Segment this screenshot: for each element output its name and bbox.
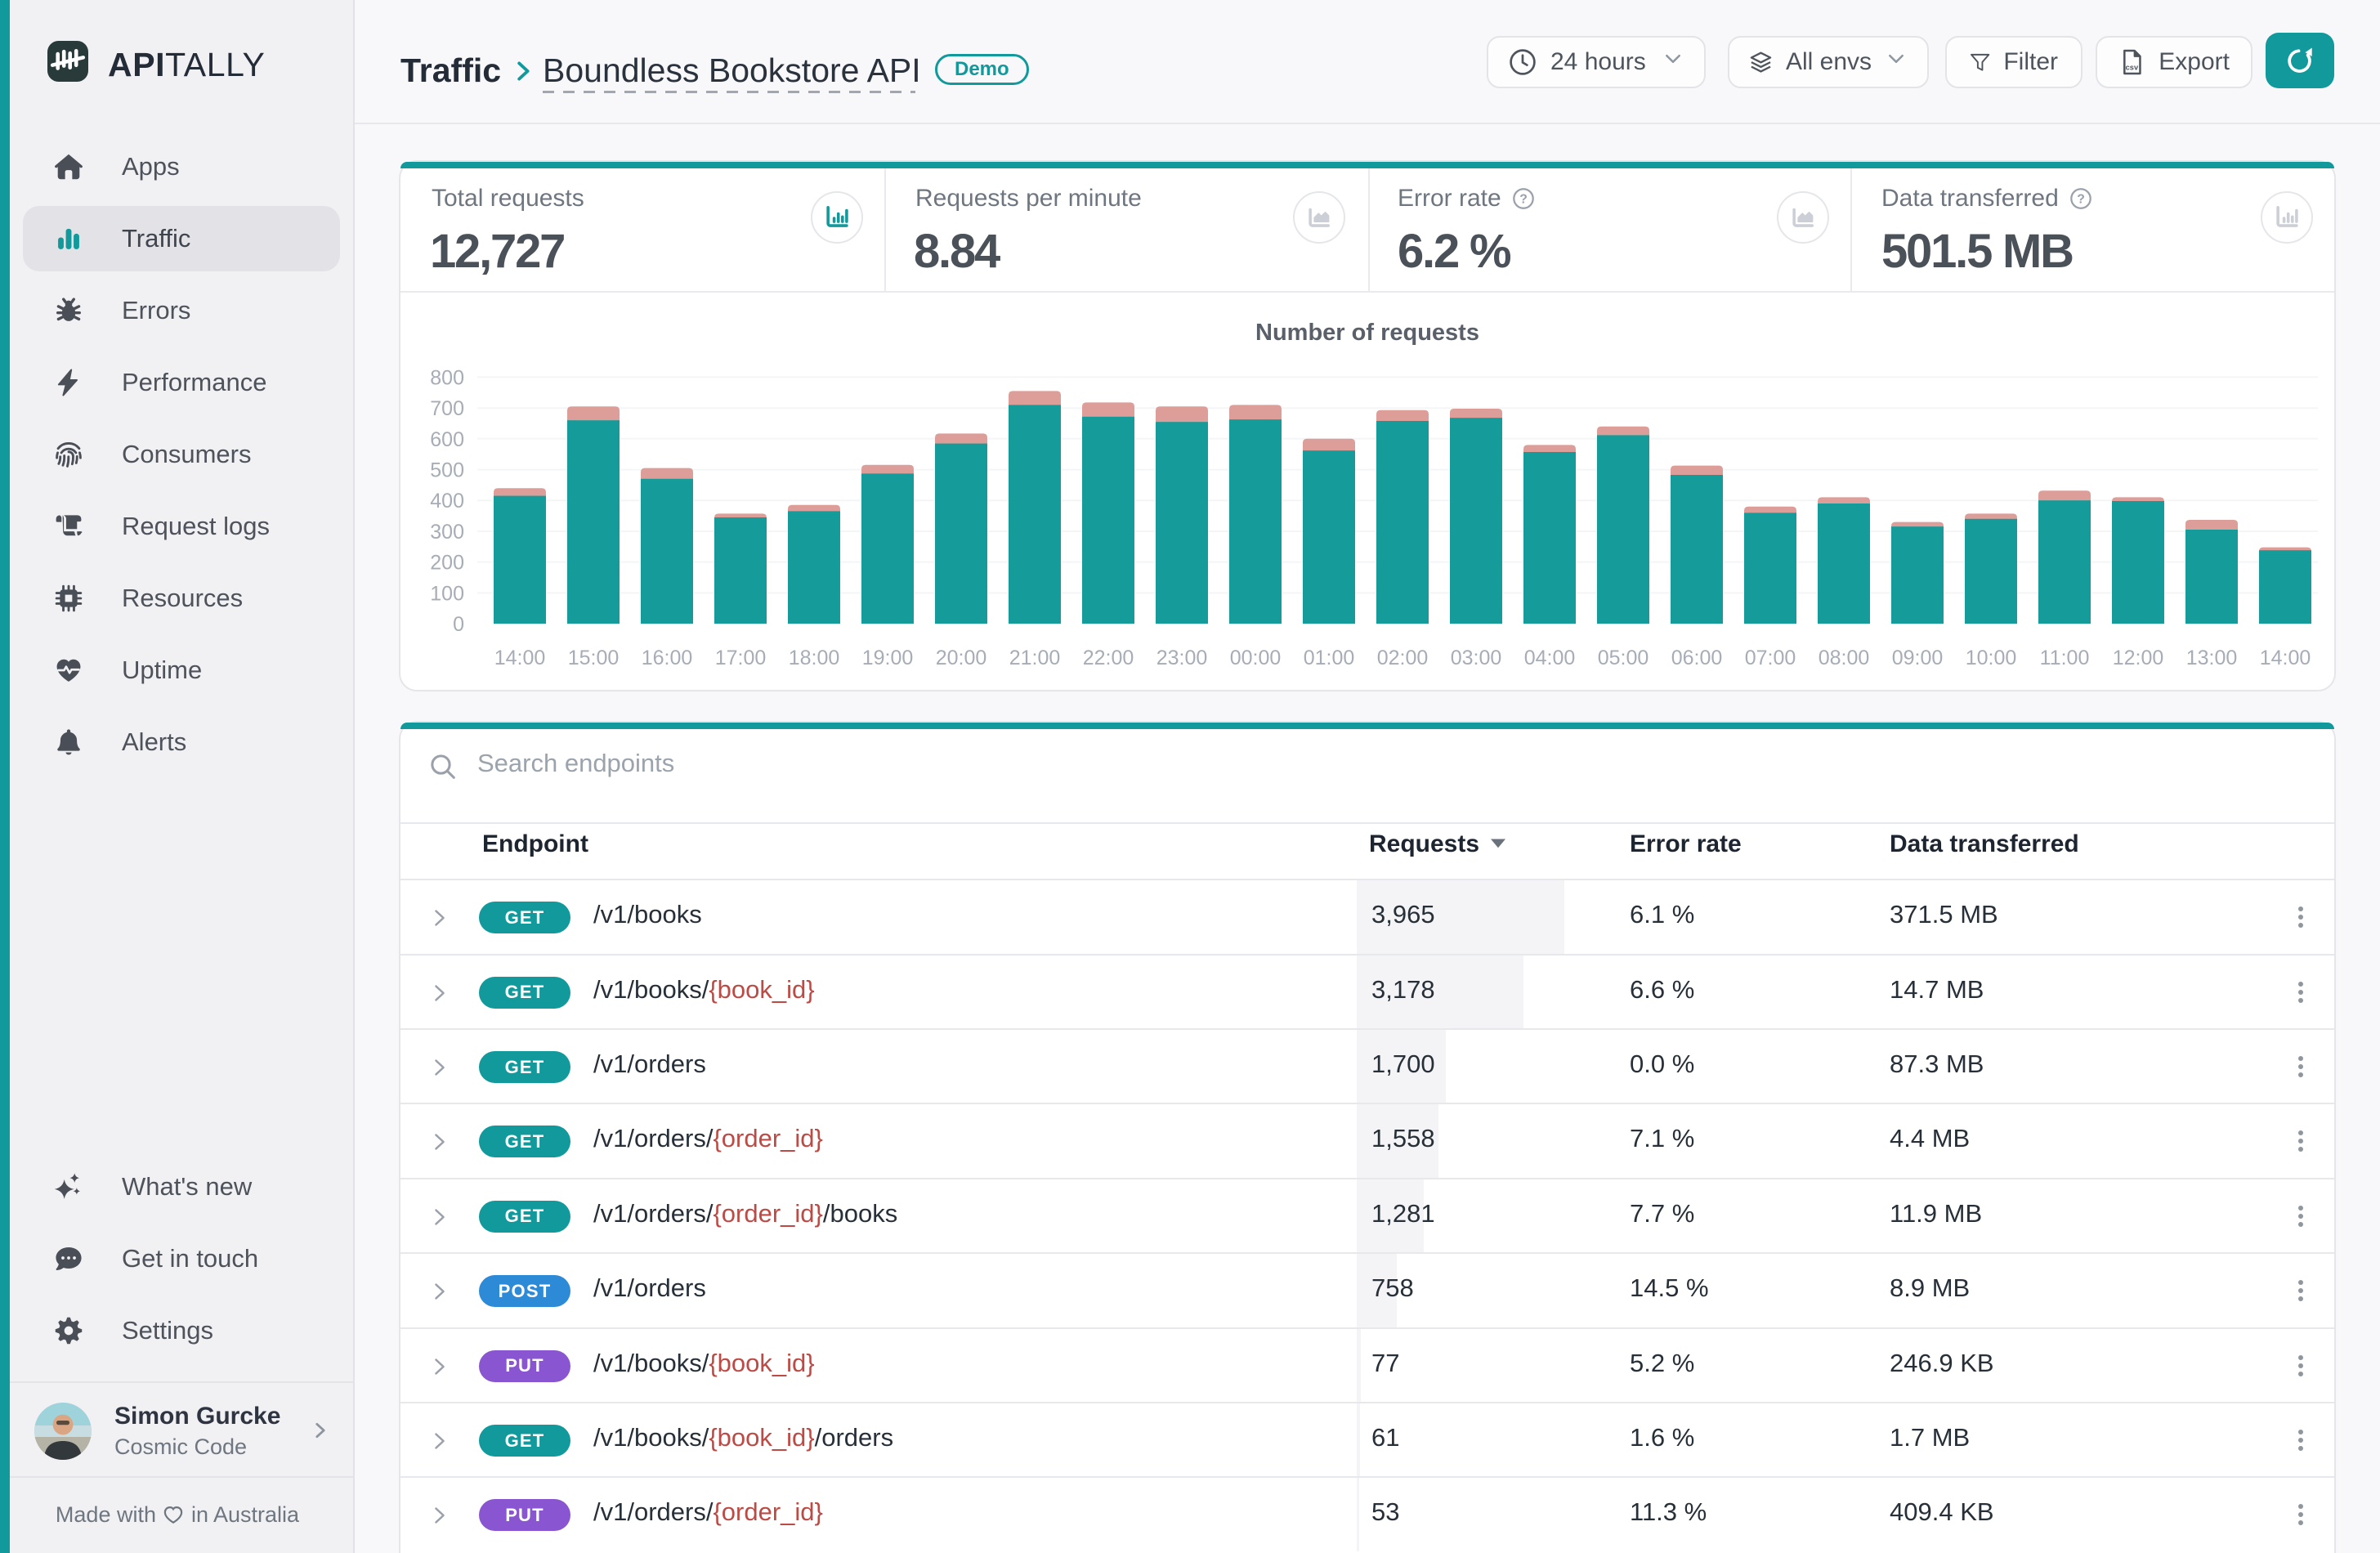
svg-text:600: 600 [430,428,464,451]
svg-text:21:00: 21:00 [1009,647,1061,669]
svg-text:05:00: 05:00 [1598,647,1649,669]
svg-text:200: 200 [430,552,464,575]
svg-text:08:00: 08:00 [1819,647,1870,669]
svg-text:14:00: 14:00 [494,647,546,669]
svg-text:?: ? [2077,193,2085,207]
svg-text:13:00: 13:00 [2186,647,2238,669]
svg-text:02:00: 02:00 [1377,647,1429,669]
svg-text:14:00: 14:00 [2260,647,2311,669]
svg-text:100: 100 [430,582,464,605]
svg-text:19:00: 19:00 [862,647,914,669]
svg-text:800: 800 [430,366,464,389]
svg-text:csv: csv [2126,63,2139,71]
svg-text:01:00: 01:00 [1304,647,1355,669]
svg-text:18:00: 18:00 [789,647,840,669]
svg-text:700: 700 [430,397,464,420]
svg-text:12:00: 12:00 [2113,647,2164,669]
svg-text:17:00: 17:00 [715,647,767,669]
svg-text:400: 400 [430,490,464,512]
svg-text:?: ? [1519,193,1528,207]
svg-text:15:00: 15:00 [568,647,620,669]
svg-text:04:00: 04:00 [1524,647,1576,669]
svg-text:300: 300 [430,521,464,544]
svg-text:20:00: 20:00 [936,647,987,669]
svg-text:16:00: 16:00 [642,647,693,669]
svg-text:500: 500 [430,459,464,482]
svg-text:23:00: 23:00 [1156,647,1208,669]
svg-text:07:00: 07:00 [1745,647,1796,669]
svg-text:03:00: 03:00 [1451,647,1502,669]
svg-text:11:00: 11:00 [2040,647,2090,669]
svg-text:10:00: 10:00 [1966,647,2017,669]
svg-text:22:00: 22:00 [1083,647,1134,669]
svg-text:00:00: 00:00 [1230,647,1282,669]
svg-text:09:00: 09:00 [1892,647,1944,669]
svg-text:Number of requests: Number of requests [1255,320,1479,346]
svg-text:0: 0 [453,613,464,636]
svg-text:06:00: 06:00 [1671,647,1723,669]
